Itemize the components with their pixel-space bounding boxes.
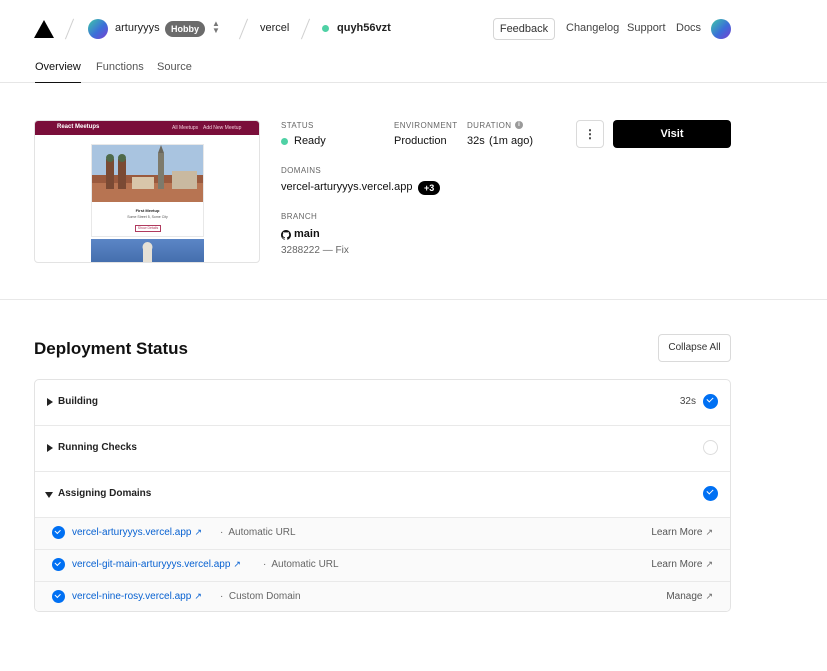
step-label: Building (58, 396, 98, 407)
step-label: Running Checks (58, 442, 137, 453)
separator (300, 18, 311, 40)
caret-down-icon (45, 492, 53, 498)
check-circle-icon (52, 526, 65, 539)
feedback-button[interactable]: Feedback (493, 18, 555, 40)
preview-card-button: Show Details (135, 225, 161, 232)
deployment-status-dot (322, 25, 329, 32)
project-name[interactable]: vercel (260, 22, 289, 34)
tab-bar: Overview Functions Source (0, 56, 827, 83)
duration-ago: (1m ago) (489, 135, 534, 147)
external-link-icon: ↗ (705, 591, 713, 601)
step-assigning-domains[interactable]: Assigning Domains (35, 472, 730, 518)
preview-header: React Meetups All Meetups Add New Meetup (35, 121, 259, 135)
domain-type: · Automatic URL (220, 527, 296, 538)
separator (64, 18, 75, 40)
plan-badge: Hobby (165, 21, 205, 37)
tab-overview[interactable]: Overview (35, 61, 81, 83)
preview-second-card (91, 239, 204, 262)
external-link-icon: ↗ (233, 559, 241, 569)
top-bar: arturyyys Hobby ▲ ▼ vercel quyh56vzt Feed… (0, 0, 827, 56)
environment-label: ENVIRONMENT (394, 121, 458, 130)
manage-link[interactable]: Manage ↗ (666, 591, 713, 602)
domain-url-link[interactable]: vercel-git-main-arturyyys.vercel.app ↗ (72, 559, 241, 570)
domain-row: vercel-git-main-arturyyys.vercel.app ↗ · … (35, 550, 730, 582)
deployment-status-title: Deployment Status (34, 339, 188, 358)
deployment-preview[interactable]: React Meetups All Meetups Add New Meetup… (34, 120, 260, 263)
caret-right-icon (47, 398, 53, 406)
collapse-all-button[interactable]: Collapse All (658, 334, 731, 362)
domain-type: · Custom Domain (220, 591, 301, 602)
learn-more-link[interactable]: Learn More ↗ (651, 527, 713, 538)
check-circle-icon (52, 558, 65, 571)
step-running-checks[interactable]: Running Checks (35, 426, 730, 472)
learn-more-link[interactable]: Learn More ↗ (651, 559, 713, 570)
user-avatar[interactable] (88, 19, 108, 39)
duration-value: 32s (467, 135, 485, 147)
user-name[interactable]: arturyyys (115, 22, 160, 34)
more-options-button[interactable]: ⋮ (576, 120, 604, 148)
domain-row: vercel-arturyyys.vercel.app ↗ · Automatic… (35, 518, 730, 550)
domain-type: · Automatic URL (263, 559, 339, 570)
external-link-icon: ↗ (194, 527, 203, 537)
preview-site-title: React Meetups (57, 124, 100, 130)
caret-right-icon (47, 444, 53, 452)
support-link[interactable]: Support (627, 22, 666, 34)
step-building[interactable]: Building 32s (35, 380, 730, 426)
preview-nav-link: Add New Meetup (203, 125, 242, 131)
status-ready-dot (281, 138, 288, 145)
github-icon (281, 228, 291, 243)
deployment-id[interactable]: quyh56vzt (337, 22, 391, 34)
step-duration: 32s (679, 396, 696, 407)
account-avatar[interactable] (711, 19, 731, 39)
chevron-updown-icon[interactable]: ▲ ▼ (211, 20, 221, 36)
vercel-logo-icon[interactable] (34, 20, 54, 38)
deployment-status-panel: Building 32s Running Checks Assigning Do… (34, 379, 731, 612)
branch-value[interactable]: main (294, 228, 320, 240)
more-domains-badge[interactable]: +3 (418, 181, 441, 195)
branch-label: BRANCH (281, 212, 318, 221)
separator (238, 18, 249, 40)
check-circle-icon (703, 394, 718, 409)
environment-value: Production (394, 135, 447, 147)
domain-url-link[interactable]: vercel-arturyyys.vercel.app ↗ (72, 527, 202, 538)
preview-meetup-card: First Meetup Some Street 5, Some City Sh… (91, 144, 204, 237)
status-value: Ready (294, 135, 326, 147)
preview-city-image (92, 145, 203, 202)
domain-link[interactable]: vercel-arturyyys.vercel.app (281, 181, 412, 193)
check-circle-icon (703, 486, 718, 501)
domain-url-link[interactable]: vercel-nine-rosy.vercel.app ↗ (72, 591, 202, 602)
duration-label: DURATION (467, 121, 512, 130)
info-icon[interactable]: i (515, 121, 523, 129)
external-link-icon: ↗ (705, 527, 713, 537)
changelog-link[interactable]: Changelog (566, 22, 619, 34)
docs-link[interactable]: Docs (676, 22, 701, 34)
preview-card-title: First Meetup (135, 208, 160, 213)
status-label: STATUS (281, 121, 314, 130)
step-label: Assigning Domains (58, 488, 152, 499)
section-divider (0, 299, 827, 300)
commit-info[interactable]: 3288222 — Fix (281, 245, 349, 256)
check-circle-icon (52, 590, 65, 603)
preview-card-address: Some Street 5, Some City (127, 215, 168, 219)
visit-button[interactable]: Visit (613, 120, 731, 148)
external-link-icon: ↗ (705, 559, 713, 569)
preview-nav-link: All Meetups (172, 125, 199, 131)
pending-circle-icon (703, 440, 718, 455)
tab-source[interactable]: Source (157, 61, 192, 83)
domain-row: vercel-nine-rosy.vercel.app ↗ · Custom Do… (35, 582, 730, 611)
tab-functions[interactable]: Functions (96, 61, 144, 83)
domains-label: DOMAINS (281, 166, 322, 175)
external-link-icon: ↗ (194, 591, 202, 601)
